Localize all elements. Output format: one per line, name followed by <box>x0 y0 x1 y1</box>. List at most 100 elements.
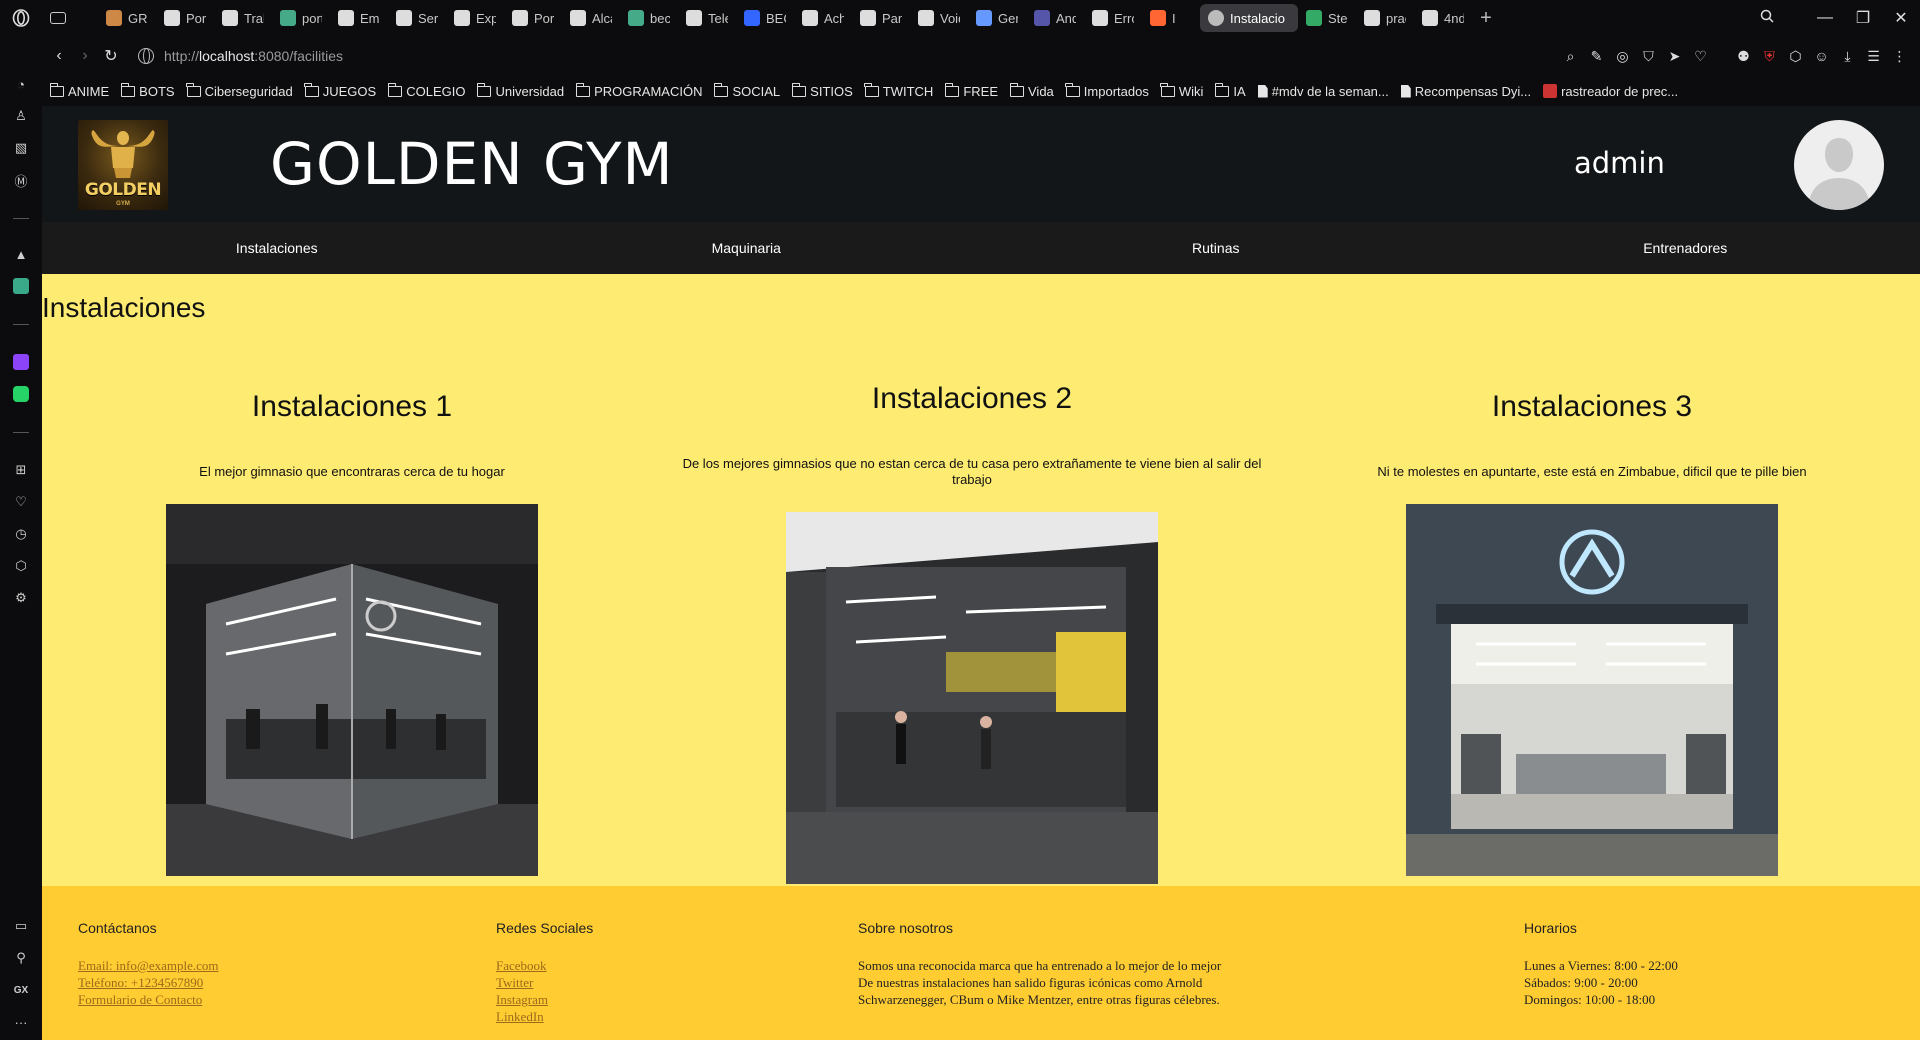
browser-tab[interactable]: Serv <box>388 4 446 32</box>
browser-tab[interactable]: Emp <box>330 4 388 32</box>
tab-workspaces[interactable] <box>42 4 98 32</box>
more-sidebar-icon[interactable]: ··· <box>11 1012 31 1032</box>
bookmark-item[interactable]: IA <box>1214 82 1246 99</box>
extension-icon[interactable]: ⚉ <box>1735 48 1752 65</box>
nav-maquinaria[interactable]: Maquinaria <box>512 222 982 274</box>
download-icon[interactable]: ⤓ <box>1839 48 1856 65</box>
speed-dial-icon[interactable]: ◔ <box>11 74 31 94</box>
favorites-icon[interactable]: ♡ <box>11 492 31 512</box>
bookmark-item[interactable]: SOCIAL <box>714 82 780 99</box>
shield-icon[interactable]: ⛉ <box>1640 48 1657 65</box>
bookmark-label: FREE <box>963 83 998 99</box>
settings-icon[interactable]: ⚙ <box>11 588 31 608</box>
browser-tab[interactable]: Expe <box>446 4 504 32</box>
nav-entrenadores[interactable]: Entrenadores <box>1451 222 1920 274</box>
bookmark-item[interactable]: Recompensas Dyi... <box>1400 84 1531 99</box>
back-icon[interactable]: ‹ <box>46 47 72 65</box>
nav-instalaciones[interactable]: Instalaciones <box>42 222 512 274</box>
browser-tab[interactable]: beca <box>620 4 678 32</box>
bookmark-item[interactable]: TWITCH <box>864 82 933 99</box>
send-icon[interactable]: ➤ <box>1666 48 1683 65</box>
bookmark-item[interactable]: COLEGIO <box>387 82 465 99</box>
browser-tab[interactable]: Trab <box>214 4 272 32</box>
restore-icon[interactable]: ❐ <box>1844 8 1882 28</box>
site-info-icon[interactable] <box>138 48 154 64</box>
browser-tab[interactable]: Andi <box>1026 4 1084 32</box>
pin-icon[interactable]: ⚲ <box>11 948 31 968</box>
browser-tab[interactable]: Erro <box>1084 4 1142 32</box>
camera-icon[interactable]: ◎ <box>1614 48 1631 65</box>
browser-tab[interactable]: 4nd <box>1414 4 1472 32</box>
bookmark-item[interactable]: ANIME <box>49 82 109 99</box>
bookmark-item[interactable]: rastreador de prec... <box>1543 84 1678 99</box>
aria-icon[interactable]: ▲ <box>11 244 31 264</box>
zoom-icon[interactable]: ⌕ <box>1562 48 1579 65</box>
bookmark-item[interactable]: Ciberseguridad <box>186 82 293 99</box>
snapshot-icon[interactable]: ▧ <box>11 138 31 158</box>
bookmark-item[interactable]: Importados <box>1065 82 1149 99</box>
browser-tab[interactable]: GRU <box>98 4 156 32</box>
browser-tab[interactable]: BEC <box>736 4 794 32</box>
linkedin-link[interactable]: LinkedIn <box>496 1008 593 1025</box>
chatgpt-icon[interactable] <box>11 276 31 296</box>
email-link[interactable]: Email: info@example.com <box>78 957 219 974</box>
browser-tab[interactable]: Achi <box>794 4 852 32</box>
facebook-link[interactable]: Facebook <box>496 957 593 974</box>
reload-icon[interactable]: ↻ <box>98 46 124 66</box>
browser-tab[interactable]: Gem <box>968 4 1026 32</box>
browser-tab[interactable]: Void <box>910 4 968 32</box>
browser-tab[interactable]: Stea <box>1298 4 1356 32</box>
gym-logo[interactable]: GOLDEN GYM <box>78 120 168 210</box>
bookmark-item[interactable]: SITIOS <box>791 82 853 99</box>
browser-tab[interactable]: Port <box>156 4 214 32</box>
new-tab-button[interactable]: + <box>1472 7 1500 30</box>
minimize-icon[interactable]: — <box>1806 9 1844 27</box>
whatsapp-icon[interactable] <box>11 384 31 404</box>
browser-tab[interactable]: Pant <box>852 4 910 32</box>
phone-link[interactable]: Teléfono: +1234567890 <box>78 974 219 991</box>
browser-tab[interactable]: I <box>1142 4 1200 32</box>
browser-tab[interactable]: prac <box>1356 4 1414 32</box>
browser-tab[interactable]: Alca <box>562 4 620 32</box>
close-icon[interactable]: ✕ <box>1882 8 1920 28</box>
opera-menu-icon[interactable] <box>0 0 42 36</box>
history-icon[interactable]: ◷ <box>11 524 31 544</box>
profile-icon[interactable]: ☺ <box>1813 48 1830 65</box>
avatar[interactable] <box>1794 120 1884 210</box>
browser-tab[interactable]: Port <box>504 4 562 32</box>
bookmark-item[interactable]: Vida <box>1009 82 1054 99</box>
messenger-icon[interactable]: Ⓜ <box>11 170 31 190</box>
cube-icon[interactable]: ⬡ <box>1787 48 1804 65</box>
bookmark-item[interactable]: #mdv de la seman... <box>1257 84 1389 99</box>
nav-rutinas[interactable]: Rutinas <box>981 222 1451 274</box>
easy-setup-icon[interactable]: ☰ <box>1865 48 1882 65</box>
apps-icon[interactable]: ⊞ <box>11 460 31 480</box>
url-text[interactable]: http://localhost:8080/facilities <box>164 48 343 64</box>
forward-icon[interactable]: › <box>72 47 98 65</box>
gx-icon[interactable]: GX <box>11 980 31 1000</box>
bookmark-item[interactable]: BOTS <box>120 82 175 99</box>
bookmark-item[interactable]: FREE <box>944 82 998 99</box>
more-icon[interactable]: ⋮ <box>1891 48 1908 65</box>
bookmark-item[interactable]: PROGRAMACIÓN <box>575 82 702 99</box>
contact-form-link[interactable]: Formulario de Contacto <box>78 991 219 1008</box>
browser-tab[interactable]: port <box>272 4 330 32</box>
tab-active-instalaciones[interactable]: Instalacio <box>1200 4 1298 32</box>
url-field[interactable]: http://localhost:8080/facilities <box>138 48 343 64</box>
edit-icon[interactable]: ✎ <box>1588 48 1605 65</box>
bookmark-item[interactable]: Wiki <box>1160 82 1203 99</box>
ublock-icon[interactable]: ⛨ <box>1761 48 1778 65</box>
bookmark-item[interactable]: JUEGOS <box>304 82 376 99</box>
twitter-link[interactable]: Twitter <box>496 974 593 991</box>
instagram-link[interactable]: Instagram <box>496 991 593 1008</box>
heart-icon[interactable]: ♡ <box>1692 48 1709 65</box>
twitch-icon[interactable] <box>11 352 31 372</box>
bookmark-item[interactable]: Universidad <box>477 82 564 99</box>
tab-favicon-icon <box>686 10 702 26</box>
player-icon[interactable]: ▭ <box>11 916 31 936</box>
search-tabs-icon[interactable] <box>1748 9 1786 28</box>
extension-toolbar: ⌕ ✎ ◎ ⛉ ➤ ♡ ⚉ ⛨ ⬡ ☺ ⤓ ☰ ⋮ <box>1562 36 1908 76</box>
ai-icon[interactable]: ♙ <box>11 106 31 126</box>
extensions-icon[interactable]: ⬡ <box>11 556 31 576</box>
browser-tab[interactable]: Tele <box>678 4 736 32</box>
